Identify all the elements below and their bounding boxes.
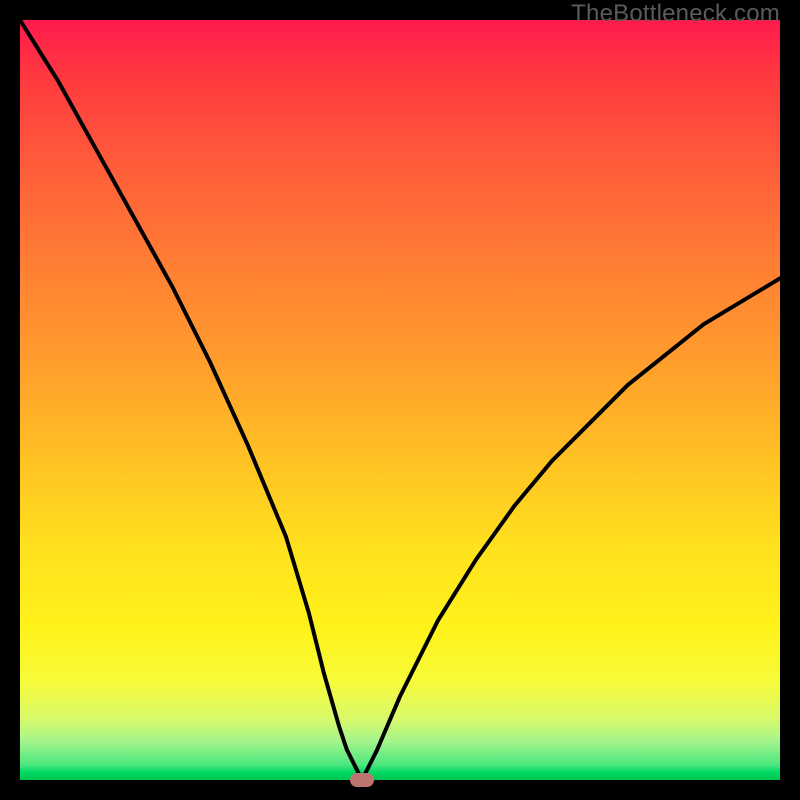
watermark-text: TheBottleneck.com	[571, 0, 780, 28]
optimum-marker	[350, 773, 374, 787]
heat-gradient-background	[20, 20, 780, 780]
plot-frame	[20, 20, 780, 780]
